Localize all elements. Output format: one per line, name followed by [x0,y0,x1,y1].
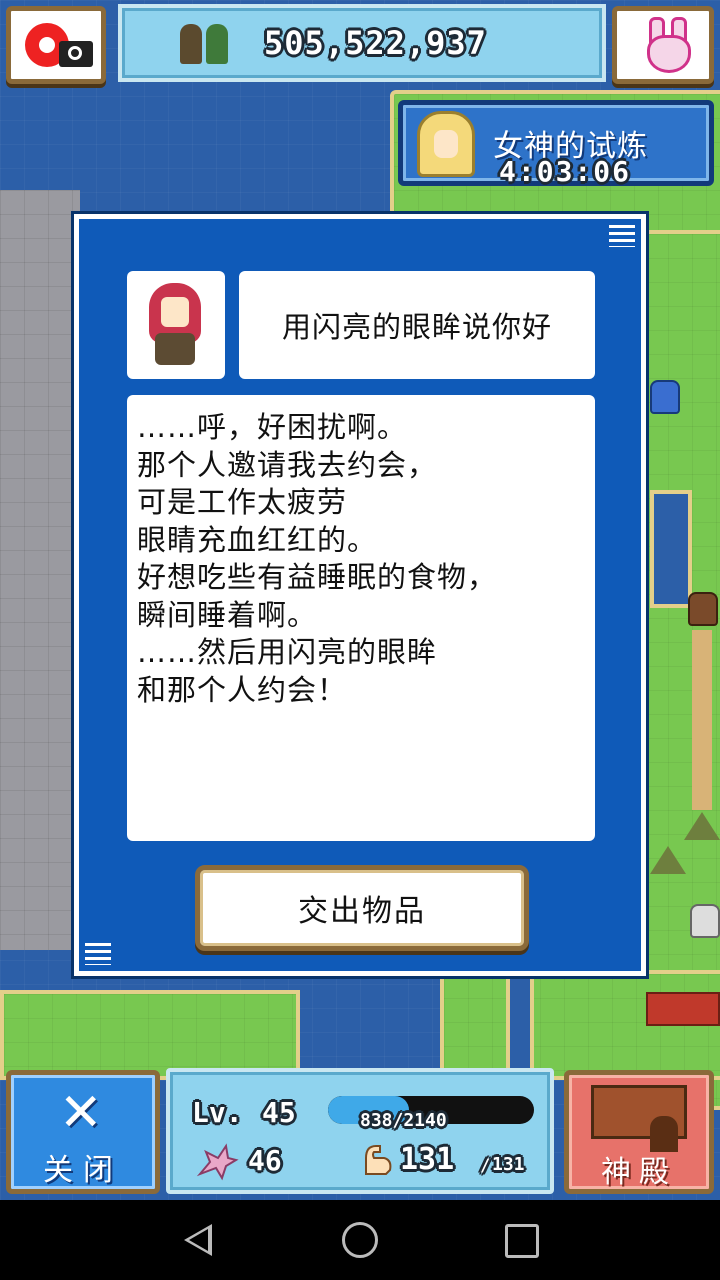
npc-sprite[interactable] [650,380,680,414]
quest-message-box: ……呼，好困扰啊。 那个人邀请我去约会， 可是工作太疲劳 眼睛充血红红的。 好想… [127,395,595,841]
close-x-icon: ✕ [59,1083,103,1143]
power-value: 46 [248,1144,282,1177]
quest-dialog: 用闪亮的眼眸说你好 ……呼，好困扰啊。 那个人邀请我去约会， 可是工作太疲劳 眼… [74,214,646,976]
pond [650,490,692,608]
message-line: 好想吃些有益睡眠的食物， [137,560,498,594]
npc-sprite[interactable] [690,904,720,938]
quest-title-box: 用闪亮的眼眸说你好 [239,271,595,379]
dirt-path [692,630,712,810]
hand-in-item-label: 交出物品 [298,894,426,929]
system-nav-bar [0,1200,720,1280]
gold-amount: 505,522,937 [264,24,487,62]
npc-sprite[interactable] [688,592,718,626]
hand-in-item-button[interactable]: 交出物品 [195,865,529,951]
tent-icon[interactable] [650,846,686,874]
recent-apps-icon[interactable] [505,1224,539,1258]
message-line: 可是工作太疲劳 [137,485,348,519]
level-label: Lv. [192,1096,243,1129]
camera-record-button[interactable] [6,6,106,84]
corner-decoration [609,225,635,247]
stamina-max: 131 [492,1154,525,1175]
home-icon[interactable] [342,1222,378,1258]
player-status-panel: Lv. 45 838/2140 46 131 / 131 [166,1068,554,1194]
npc-portrait [127,271,225,379]
dragon-icon [196,1143,239,1181]
flexed-arm-icon [365,1145,392,1175]
goddess-trial-banner[interactable]: 女神的试炼 4:03:06 [398,100,714,188]
level-value: 45 [262,1096,296,1129]
stamina-separator: / [480,1156,491,1176]
trial-timer: 4:03:06 [499,155,632,188]
temple-icon [591,1085,687,1152]
back-icon[interactable] [184,1224,212,1256]
stamina-value: 131 [400,1142,455,1177]
hero-sprite [180,24,202,64]
gold-panel: 505,522,937 [118,4,606,82]
land-area [0,990,300,1080]
temple-label: 神殿 [601,1155,677,1190]
quest-title: 用闪亮的眼眸说你好 [281,310,552,344]
npc-face [161,297,189,327]
bunny-button[interactable] [612,6,714,84]
npc-body [155,333,195,365]
close-label: 关闭 [43,1153,123,1188]
goddess-portrait [417,111,475,177]
exp-text: 838/2140 [360,1110,447,1131]
village-houses[interactable] [646,992,720,1026]
tent-icon[interactable] [684,812,720,840]
close-button[interactable]: ✕ 关闭 [6,1070,160,1194]
goddess-face [434,130,458,158]
corner-decoration [85,943,111,965]
message-line: 瞬间睡着啊。 [137,597,318,632]
temple-button[interactable]: 神殿 [564,1070,714,1194]
camera-lens [68,46,82,60]
river [506,975,534,1075]
message-line: 眼睛充血红红的。 [137,522,378,557]
hero-sprite [206,24,228,64]
message-line: ……呼，好困扰啊。 [137,410,408,444]
bunny-icon [647,35,691,73]
message-line: ……然后用闪亮的眼眸 [137,635,438,669]
top-bar: 505,522,937 [0,0,720,100]
message-line: 和那个人约会！ [137,672,348,707]
message-line: 那个人邀请我去约会， [137,447,438,482]
stone-ground [0,190,80,950]
